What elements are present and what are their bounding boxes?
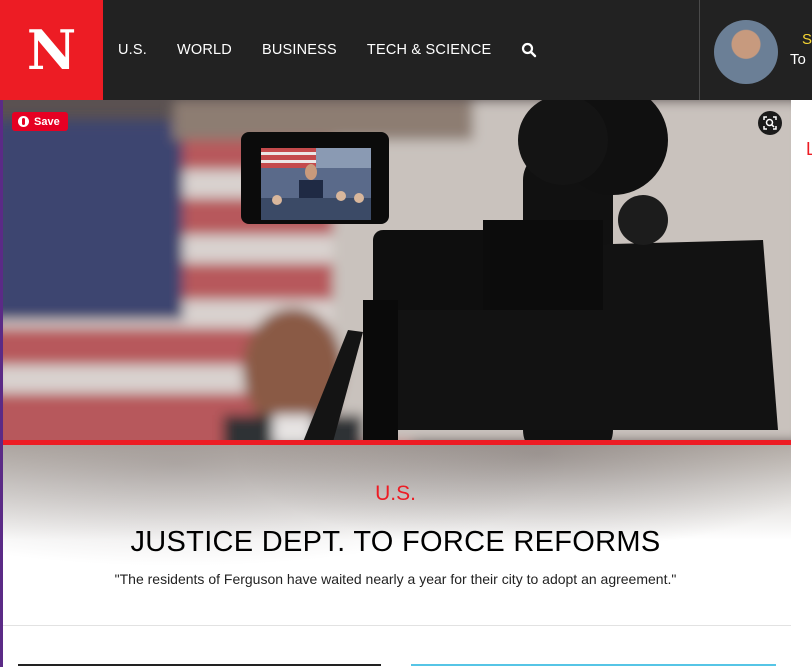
- visual-search-icon[interactable]: [758, 111, 782, 135]
- article-section-link[interactable]: U.S.: [0, 482, 791, 506]
- pinterest-save-button[interactable]: Save: [12, 112, 68, 131]
- article-headline[interactable]: JUSTICE DEPT. TO FORCE REFORMS: [0, 526, 791, 559]
- nav-tech-science[interactable]: TECH & SCIENCE: [367, 42, 491, 58]
- promo-subtitle[interactable]: To: [790, 51, 806, 68]
- hero-image[interactable]: [3, 100, 791, 442]
- header-divider: [699, 0, 700, 100]
- site-header: N U.S. WORLD BUSINESS TECH & SCIENCE S T…: [0, 0, 812, 100]
- search-icon[interactable]: [521, 42, 537, 58]
- pinterest-icon: [18, 116, 29, 127]
- main-nav: U.S. WORLD BUSINESS TECH & SCIENCE: [118, 0, 537, 100]
- right-column: [791, 100, 812, 667]
- card-top-border-left: [18, 664, 381, 666]
- pinterest-save-label: Save: [34, 115, 60, 128]
- visual-search-icon-graphic: [763, 116, 777, 130]
- caption-divider: [3, 625, 791, 626]
- nav-us[interactable]: U.S.: [118, 42, 147, 58]
- article-dek: "The residents of Ferguson have waited n…: [114, 571, 677, 587]
- site-logo[interactable]: N: [0, 0, 103, 100]
- logo-letter: N: [26, 18, 77, 82]
- hero-photo-illustration: [3, 100, 791, 442]
- promo-avatar[interactable]: [714, 20, 778, 84]
- nav-world[interactable]: WORLD: [177, 42, 232, 58]
- card-top-border-right: [411, 664, 776, 666]
- sidebar-heading-partial[interactable]: L: [806, 139, 812, 160]
- nav-business[interactable]: BUSINESS: [262, 42, 337, 58]
- search-icon-graphic: [522, 42, 537, 58]
- promo-title[interactable]: S: [802, 31, 812, 48]
